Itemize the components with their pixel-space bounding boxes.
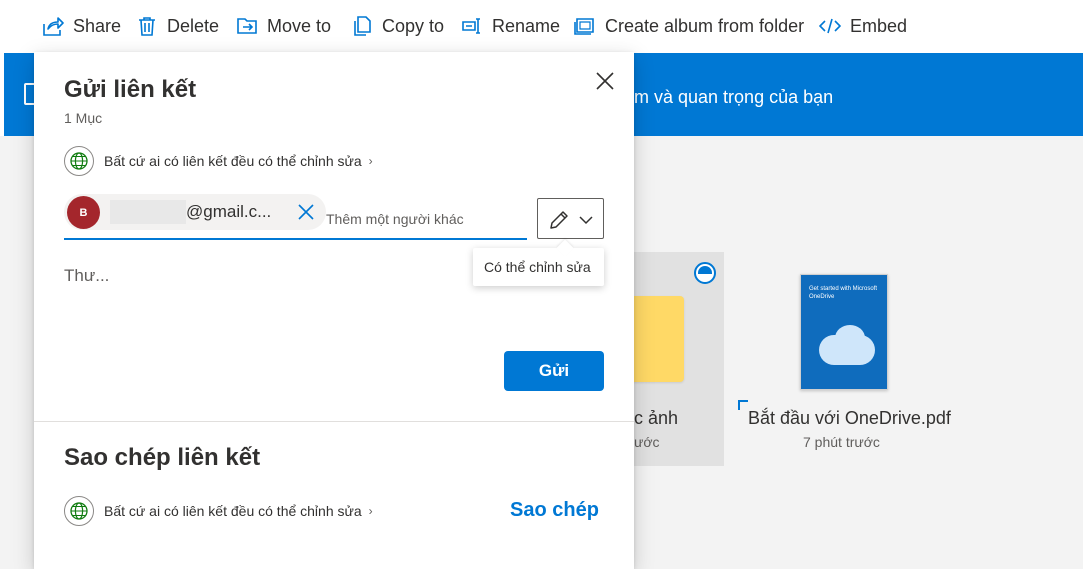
message-field[interactable]: Thư... bbox=[64, 266, 444, 326]
pdf-date: 7 phút trước bbox=[803, 434, 880, 450]
embed-icon bbox=[819, 18, 841, 34]
rename-label: Rename bbox=[492, 15, 561, 36]
rename-icon bbox=[462, 18, 480, 34]
move-to-icon bbox=[237, 18, 257, 34]
item-count: 1 Mục bbox=[64, 110, 103, 126]
copy-link-button[interactable]: Sao chép bbox=[510, 499, 599, 522]
pencil-icon bbox=[550, 211, 568, 229]
permission-dropdown-button[interactable] bbox=[537, 198, 604, 239]
globe-icon bbox=[64, 146, 94, 176]
delete-command[interactable]: Delete bbox=[136, 12, 219, 40]
recipients-field[interactable]: B @gmail.c... Thêm một người khác bbox=[64, 193, 527, 240]
move-to-command[interactable]: Move to bbox=[236, 12, 331, 40]
tooltip-text: Có thể chỉnh sửa bbox=[484, 259, 591, 275]
copy-icon bbox=[354, 16, 371, 36]
create-album-command[interactable]: Create album from folder bbox=[574, 12, 804, 40]
recipient-pill: B @gmail.c... bbox=[64, 194, 326, 230]
embed-command[interactable]: Embed bbox=[819, 12, 907, 40]
create-album-label: Create album from folder bbox=[605, 15, 805, 36]
copy-to-command[interactable]: Copy to bbox=[351, 12, 444, 40]
banner-text: m và quan trọng của bạn bbox=[634, 87, 834, 107]
selected-check-icon[interactable] bbox=[694, 262, 716, 284]
share-label: Share bbox=[73, 15, 122, 36]
link-settings-row[interactable]: Bất cứ ai có liên kết đều có thể chỉnh s… bbox=[64, 146, 373, 176]
pdf-name[interactable]: Bắt đầu với OneDrive.pdf bbox=[748, 408, 951, 429]
folder-name: c ảnh bbox=[634, 408, 679, 428]
cloud-illustration-top bbox=[835, 325, 865, 351]
trash-icon bbox=[139, 17, 155, 36]
add-person-input[interactable]: Thêm một người khác bbox=[326, 211, 464, 227]
chevron-right-icon: › bbox=[368, 154, 373, 168]
section-divider bbox=[34, 421, 634, 422]
share-panel: Gửi liên kết 1 Mục Bất cứ ai có liên kết… bbox=[34, 52, 634, 569]
link-permission-text: Bất cứ ai có liên kết đều có thể chỉnh s… bbox=[104, 153, 362, 169]
copy-to-label: Copy to bbox=[382, 15, 445, 36]
chevron-down-icon bbox=[579, 216, 593, 225]
delete-label: Delete bbox=[167, 15, 220, 36]
recipient-email: @gmail.c... bbox=[186, 202, 272, 221]
avatar: B bbox=[67, 196, 100, 229]
chevron-right-icon: › bbox=[368, 504, 373, 518]
folder-date: ước bbox=[634, 434, 660, 450]
pdf-thumbnail[interactable]: Get started with Microsoft OneDrive bbox=[800, 274, 888, 390]
globe-icon bbox=[64, 496, 94, 526]
remove-recipient-icon[interactable] bbox=[296, 202, 316, 222]
share-icon bbox=[43, 17, 64, 36]
permission-tooltip: Có thể chỉnh sửa bbox=[473, 248, 604, 286]
pdf-thumb-title: Get started with Microsoft OneDrive bbox=[809, 286, 878, 300]
copy-link-settings-row[interactable]: Bất cứ ai có liên kết đều có thể chỉnh s… bbox=[64, 496, 373, 526]
close-icon[interactable] bbox=[594, 70, 616, 92]
album-icon bbox=[574, 18, 594, 35]
share-command[interactable]: Share bbox=[42, 12, 121, 40]
rename-command[interactable]: Rename bbox=[461, 12, 560, 40]
redacted-name bbox=[110, 200, 186, 224]
new-file-marker-icon bbox=[738, 400, 748, 410]
command-bar: Share Delete Move to Copy to Rename Crea… bbox=[0, 0, 1083, 52]
embed-label: Embed bbox=[850, 15, 908, 36]
copy-link-title: Sao chép liên kết bbox=[64, 444, 261, 471]
panel-title: Gửi liên kết bbox=[64, 76, 197, 103]
send-button[interactable]: Gửi bbox=[504, 351, 604, 391]
move-to-label: Move to bbox=[267, 15, 332, 36]
copy-link-permission-text: Bất cứ ai có liên kết đều có thể chỉnh s… bbox=[104, 503, 362, 519]
